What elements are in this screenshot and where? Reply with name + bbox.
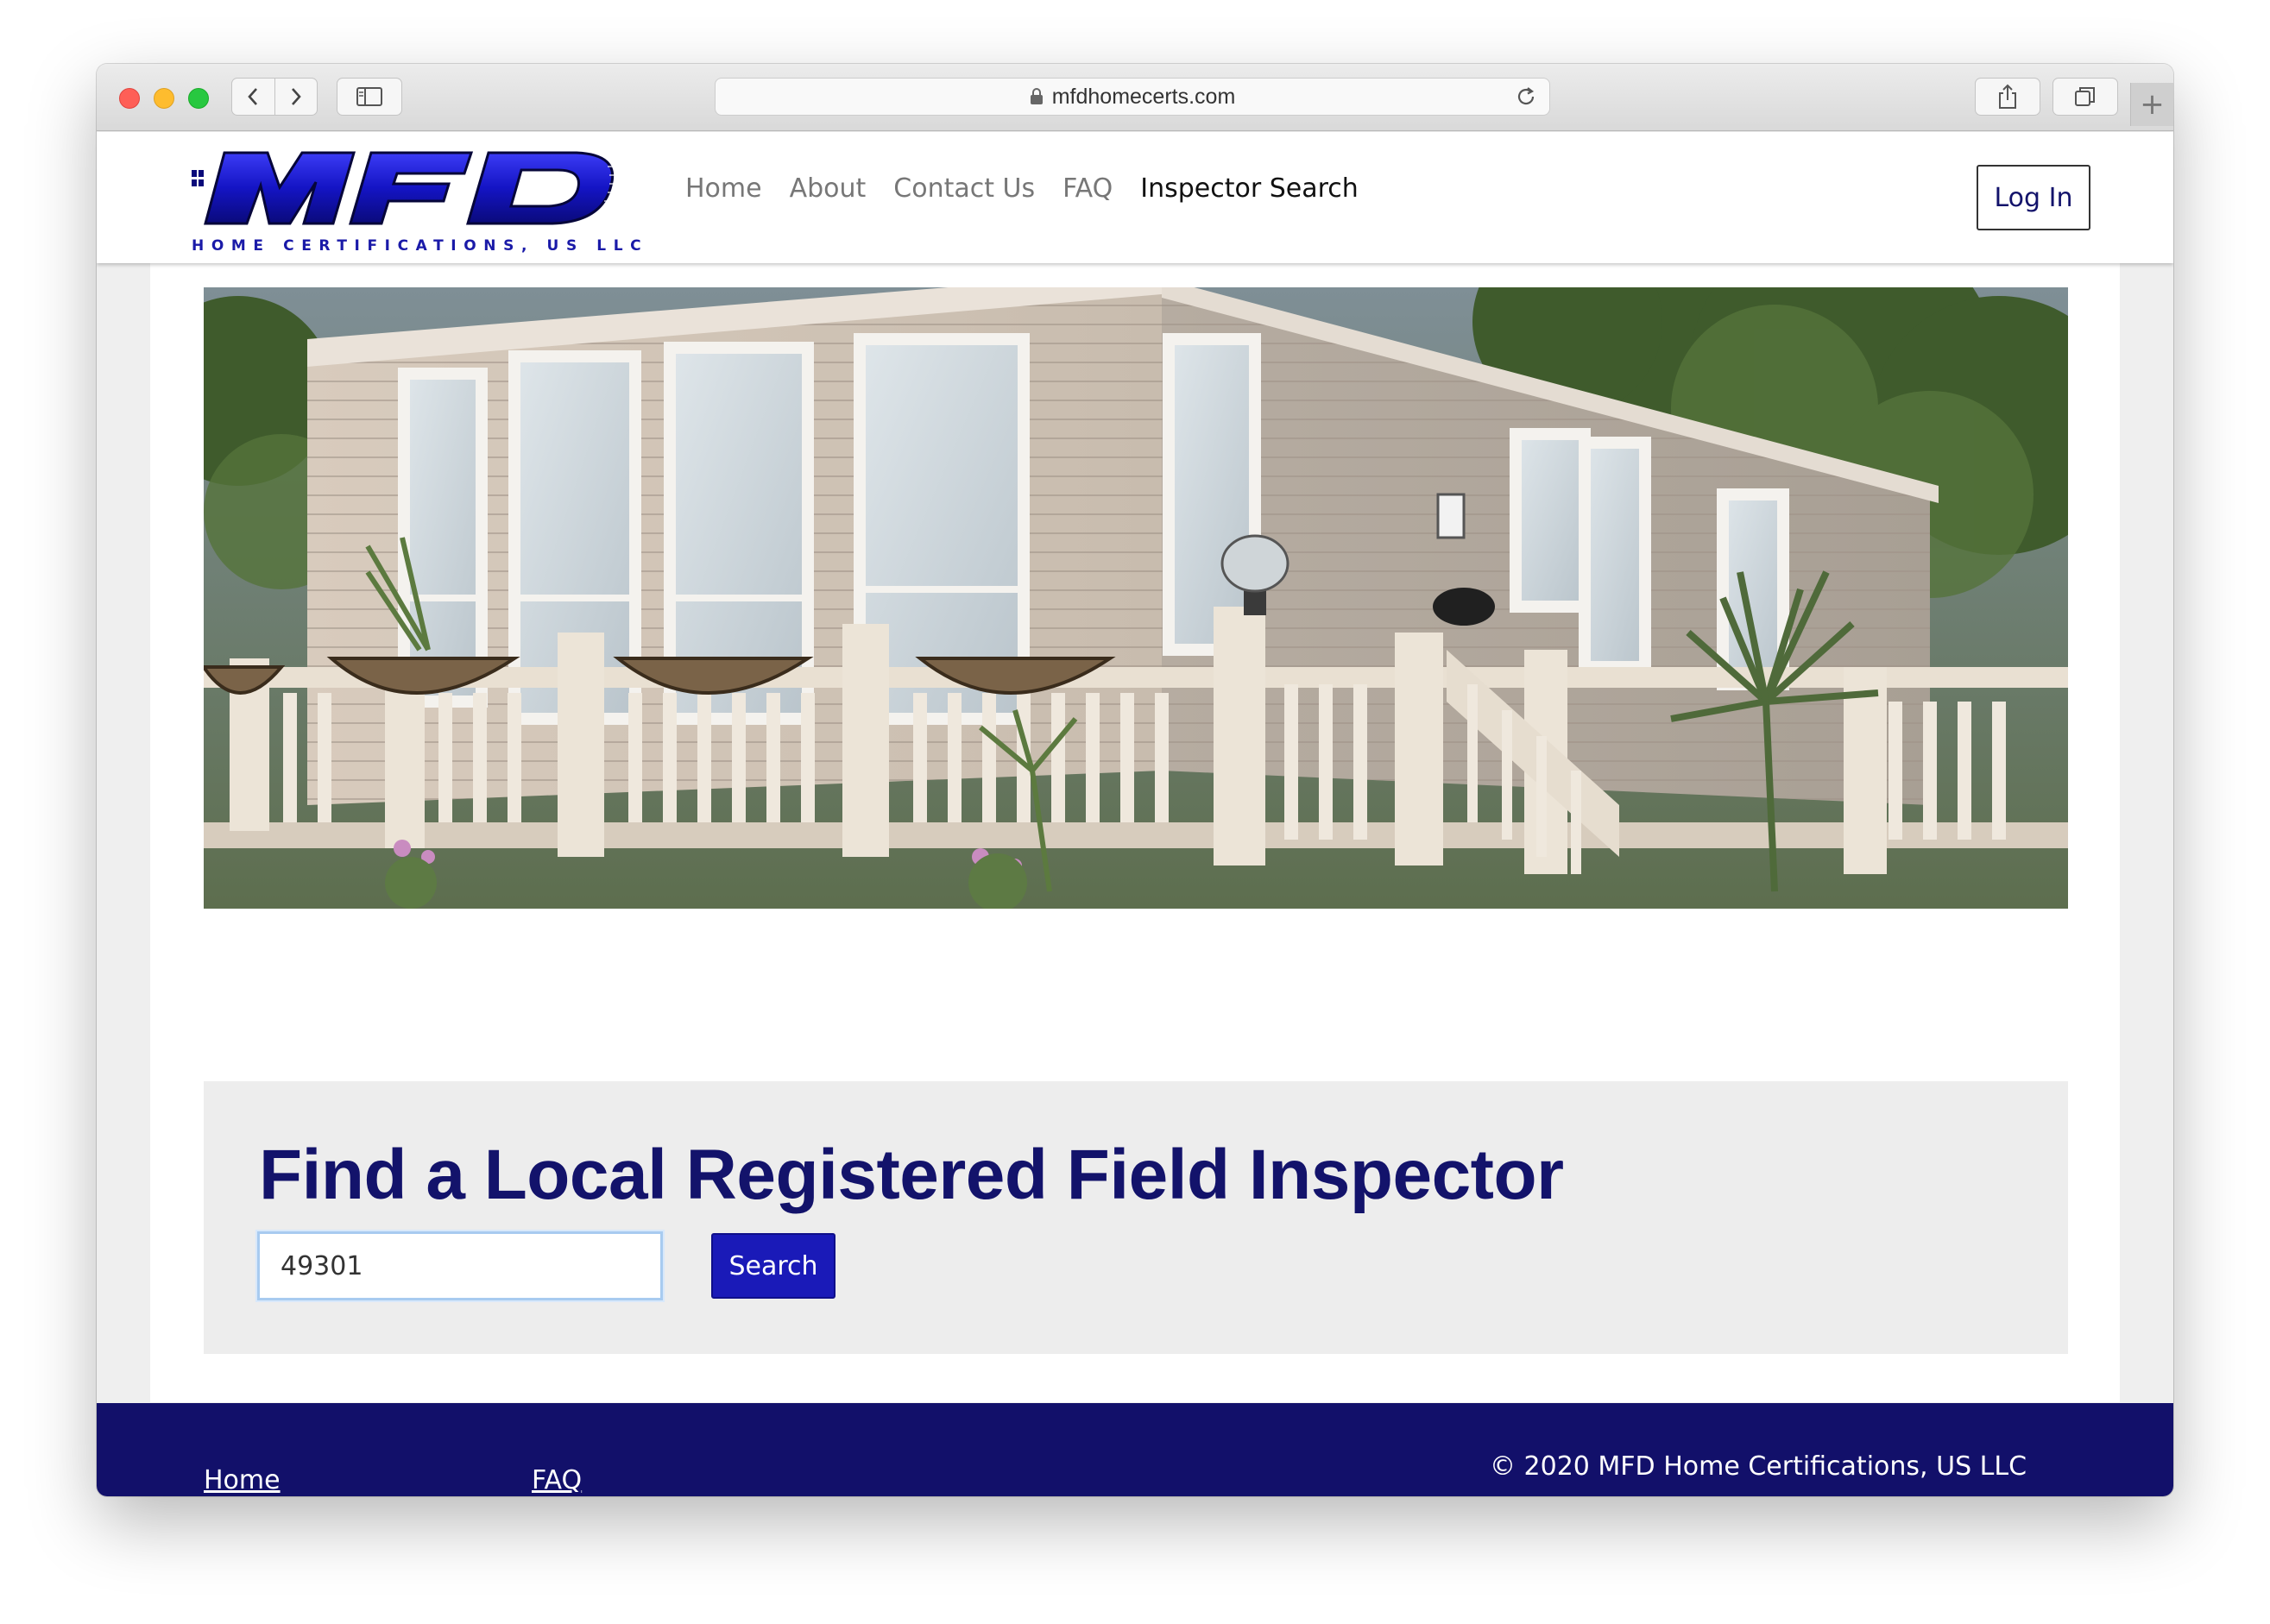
- nav-faq-link[interactable]: FAQ: [1062, 173, 1113, 204]
- sidebar-icon: [356, 87, 382, 106]
- inspector-search-panel: Find a Local Registered Field Inspector …: [204, 1081, 2068, 1354]
- mfd-logo-mark: [192, 151, 623, 225]
- plus-icon: +: [2140, 87, 2165, 122]
- nav-contact-link[interactable]: Contact Us: [893, 173, 1035, 204]
- footer-faq-link[interactable]: FAQ: [532, 1465, 582, 1495]
- chevron-right-icon: [291, 88, 301, 105]
- search-title: Find a Local Registered Field Inspector: [259, 1136, 1564, 1214]
- search-button[interactable]: Search: [711, 1233, 835, 1299]
- zoom-window-button[interactable]: [188, 88, 209, 109]
- address-url: mfdhomecerts.com: [1051, 84, 1236, 109]
- main-nav: Home About Contact Us FAQ Inspector Sear…: [685, 173, 1386, 204]
- back-button[interactable]: [232, 79, 274, 115]
- site-logo[interactable]: HOME CERTIFICATIONS, US LLC: [190, 144, 641, 255]
- footer-copyright: © 2020 MFD Home Certifications, US LLC: [1490, 1451, 2027, 1482]
- hero-image: [204, 287, 2068, 909]
- close-window-button[interactable]: [119, 88, 140, 109]
- nav-home-link[interactable]: Home: [685, 173, 762, 204]
- history-nav-group: [231, 78, 318, 116]
- tab-overview-button[interactable]: [2052, 78, 2118, 116]
- browser-toolbar: mfdhomecerts.com +: [97, 64, 2173, 131]
- address-bar[interactable]: mfdhomecerts.com: [715, 78, 1550, 116]
- footer-home-link[interactable]: Home: [204, 1465, 281, 1495]
- logo-tagline: HOME CERTIFICATIONS, US LLC: [192, 237, 649, 255]
- chevron-left-icon: [248, 88, 258, 105]
- web-page: HOME CERTIFICATIONS, US LLC Home About C…: [97, 132, 2173, 1496]
- nav-inspector-search-link[interactable]: Inspector Search: [1140, 173, 1359, 204]
- minimize-window-button[interactable]: [154, 88, 174, 109]
- reload-icon[interactable]: [1515, 85, 1537, 114]
- new-tab-button[interactable]: +: [2130, 83, 2173, 126]
- site-footer: Home FAQ © 2020 MFD Home Certifications,…: [97, 1403, 2173, 1496]
- browser-window: mfdhomecerts.com + HOME CERTIFICATIONS, …: [97, 64, 2173, 1496]
- zip-code-input[interactable]: [257, 1231, 663, 1300]
- sidebar-toggle-button[interactable]: [337, 78, 402, 116]
- share-button[interactable]: [1975, 78, 2040, 116]
- share-icon: [1999, 84, 2016, 109]
- mobile-home-photo: [204, 287, 2068, 909]
- tabs-icon: [2075, 87, 2095, 106]
- forward-button[interactable]: [274, 79, 318, 115]
- login-button[interactable]: Log In: [1977, 165, 2090, 230]
- nav-about-link[interactable]: About: [790, 173, 867, 204]
- lock-icon: [1030, 88, 1044, 105]
- site-header: HOME CERTIFICATIONS, US LLC Home About C…: [97, 132, 2173, 263]
